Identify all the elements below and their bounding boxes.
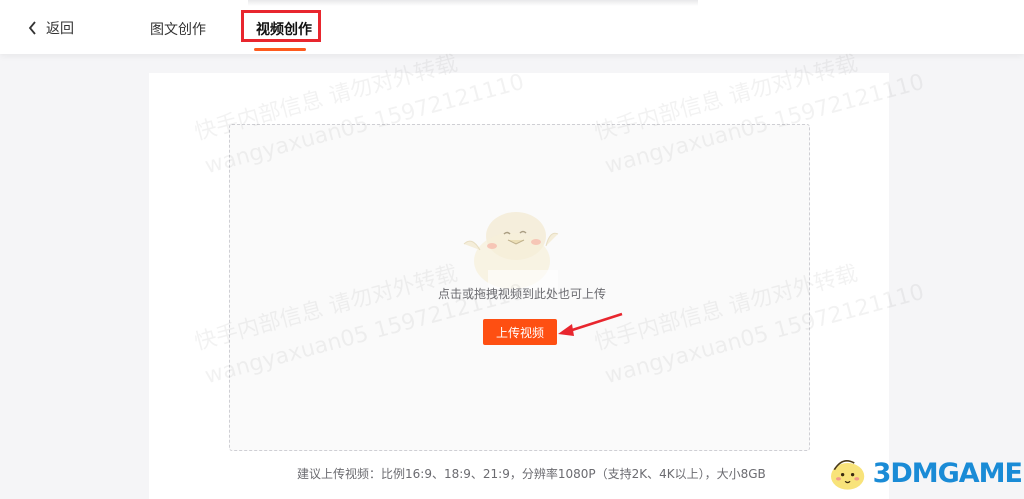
upload-hint-text: 点击或拖拽视频到此处也可上传 bbox=[437, 287, 606, 301]
3dm-logo-text: 3DMGAME bbox=[872, 457, 1023, 489]
3dm-logo: 3DMGAME bbox=[826, 449, 1023, 497]
mascot-illustration bbox=[463, 212, 559, 290]
upload-video-button[interactable]: 上传视频 bbox=[483, 319, 557, 345]
upload-suggestion-text: 建议上传视频：比例16:9、18:9、21:9，分辨率1080P（支持2K、4K… bbox=[297, 467, 766, 481]
page: 返回 图文创作 视频创作 点击或拖拽视频到此处也可上传 上传视频 建议上传视频：… bbox=[0, 0, 1024, 499]
back-button[interactable]: 返回 bbox=[28, 18, 74, 38]
top-shadow-bar bbox=[248, 0, 698, 6]
tab-image-text[interactable]: 图文创作 bbox=[150, 19, 206, 39]
tab-highlight-box bbox=[241, 10, 321, 42]
top-navigation: 返回 图文创作 视频创作 bbox=[0, 0, 1024, 54]
3dm-logo-icon bbox=[830, 460, 865, 490]
back-chevron-icon bbox=[28, 21, 36, 35]
active-tab-underline bbox=[254, 48, 306, 51]
annotation-arrow-icon bbox=[558, 312, 623, 336]
back-label: 返回 bbox=[46, 21, 74, 37]
